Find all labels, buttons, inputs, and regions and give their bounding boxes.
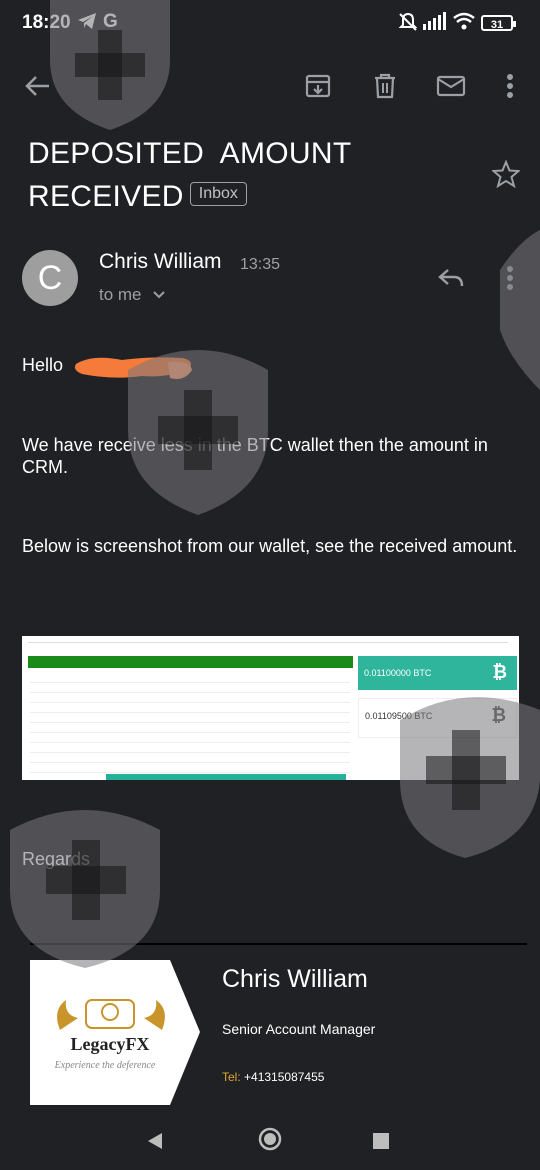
reply-button[interactable]	[431, 258, 471, 298]
wifi-icon	[453, 12, 475, 35]
subject-line-2: RECEIVED	[28, 180, 184, 213]
phone-number: +41315087455	[244, 1070, 325, 1084]
screenshot-row	[30, 764, 350, 773]
signal-icon	[423, 12, 447, 35]
google-icon: G	[103, 11, 118, 32]
nav-home-button[interactable]	[255, 1124, 285, 1154]
sender-name: Chris William	[99, 250, 222, 273]
reply-icon	[438, 269, 464, 287]
body-paragraph-1: We have receive less in the BTC wallet t…	[22, 435, 488, 477]
requested-amount-card: 0.01109500 BTC ₿	[358, 698, 517, 738]
signature-divider	[30, 943, 527, 945]
bitcoin-icon: ₿	[491, 705, 506, 725]
closing-text: Regards	[22, 849, 91, 869]
star-icon	[492, 160, 520, 188]
screenshot-status-bar	[28, 656, 353, 668]
square-recents-icon	[373, 1133, 389, 1149]
battery-indicator: 31	[481, 15, 516, 31]
inbox-label-chip[interactable]: Inbox	[189, 182, 247, 207]
company-logo: LegacyFX Experience the deference	[30, 960, 200, 1105]
telegram-icon	[77, 12, 97, 35]
nav-back-button[interactable]	[140, 1126, 170, 1156]
message-more-button[interactable]	[490, 258, 530, 298]
received-amount-value: 0.01100000 BTC	[364, 668, 432, 678]
screenshot-row	[30, 714, 350, 723]
subject-line-1: DEPOSITED AMOUNT	[28, 137, 352, 170]
sender-avatar[interactable]: C	[22, 250, 78, 306]
arrow-left-icon	[25, 76, 49, 96]
delete-button[interactable]	[365, 66, 405, 106]
screenshot-row	[30, 704, 350, 713]
archive-icon	[305, 74, 331, 98]
screenshot-row	[30, 744, 350, 753]
screenshot-header	[22, 636, 519, 652]
signature-name: Chris William	[222, 965, 368, 993]
status-bar: 18:20 G 31	[0, 0, 540, 48]
signature-role: Senior Account Manager	[222, 1021, 376, 1037]
nav-recents-button[interactable]	[366, 1126, 396, 1156]
chevron-down-icon	[153, 291, 165, 299]
recipient-label: to me	[99, 285, 142, 304]
screenshot-row	[30, 754, 350, 763]
email-time: 13:35	[240, 256, 281, 273]
screenshot-teal-bar	[106, 774, 346, 780]
screenshot-row	[30, 734, 350, 743]
screenshot-row	[30, 724, 350, 733]
svg-text:Experience the deference: Experience the deference	[54, 1060, 156, 1071]
bitcoin-icon: ₿	[492, 662, 507, 682]
phone-label: Tel:	[222, 1070, 241, 1084]
star-button[interactable]	[486, 154, 526, 194]
status-time: 18:20	[22, 12, 71, 33]
trash-icon	[375, 73, 395, 99]
requested-amount-value: 0.01109500 BTC	[365, 711, 433, 721]
more-vert-icon	[507, 74, 513, 98]
mute-icon	[398, 12, 418, 37]
body-paragraph-2: Below is screenshot from our wallet, see…	[22, 536, 518, 556]
back-button[interactable]	[18, 66, 58, 106]
screenshot-row	[30, 694, 350, 703]
mark-unread-button[interactable]	[431, 66, 471, 106]
archive-button[interactable]	[298, 66, 338, 106]
redaction-scribble	[74, 357, 192, 379]
signature-phone[interactable]: Tel: +41315087455	[222, 1070, 324, 1084]
system-navigation-bar	[0, 1110, 540, 1170]
embedded-wallet-screenshot[interactable]: 0.01100000 BTC ₿ 0.01109500 BTC ₿	[22, 636, 519, 780]
more-options-button[interactable]	[490, 66, 530, 106]
triangle-back-icon	[148, 1133, 162, 1149]
recipient-details[interactable]: to me	[99, 285, 166, 305]
mail-icon	[436, 75, 466, 97]
more-vert-icon	[507, 266, 513, 290]
received-amount-card: 0.01100000 BTC ₿	[358, 656, 517, 690]
email-subject: DEPOSITED AMOUNT RECEIVED Inbox	[28, 132, 448, 218]
svg-text:LegacyFX: LegacyFX	[71, 1034, 150, 1054]
screenshot-row	[30, 674, 350, 683]
circle-home-icon	[258, 1127, 282, 1151]
screenshot-row	[30, 684, 350, 693]
